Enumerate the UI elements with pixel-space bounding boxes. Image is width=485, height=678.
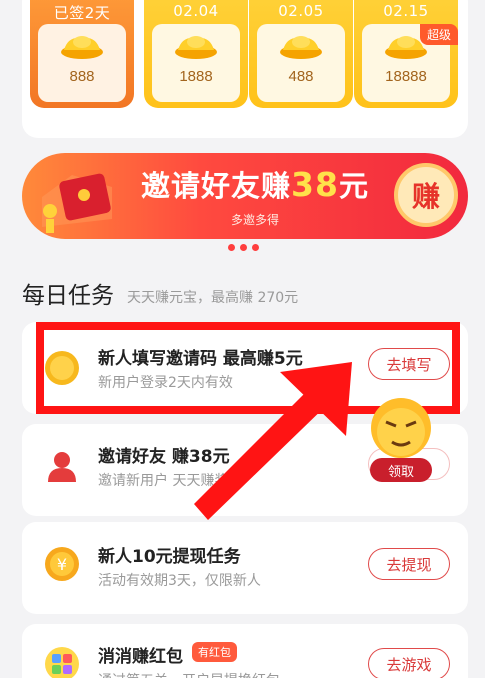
play-game-button[interactable]: 去游戏 — [368, 648, 450, 678]
svg-text:¥: ¥ — [57, 555, 67, 574]
user-icon — [48, 452, 76, 482]
task-title: 新人填写邀请码 最高赚5元 — [98, 349, 303, 369]
signin-day-value: 1888 — [179, 68, 213, 85]
banner-title-suffix: 元 — [338, 169, 369, 203]
section-subtitle: 天天赚元宝，最高赚 270元 — [127, 290, 299, 306]
red-envelope-icon — [42, 173, 112, 233]
task-desc: 邀请新用户 天天赚奖金 — [98, 473, 243, 489]
earn-badge: 赚 — [394, 163, 458, 227]
signin-day-label: 02.15 — [383, 2, 429, 20]
task-desc: 新用户登录2天内有效 — [98, 375, 233, 391]
fill-code-button[interactable]: 去填写 — [368, 348, 450, 380]
yuan-coin-icon: ¥ — [45, 547, 79, 581]
banner-amount: 38 — [291, 165, 339, 204]
signin-day-1[interactable]: 已签2天 888 — [30, 0, 134, 108]
task-card: 消消赚红包 有红包 通过第五关，开启早提换红包 去游戏 — [22, 624, 468, 678]
signin-day-value: 18888 — [385, 68, 427, 85]
game-icon — [45, 647, 79, 678]
task-card: ¥ 新人10元提现任务 活动有效期3天，仅限新人 去提现 — [22, 522, 468, 614]
gold-ingot-icon — [175, 36, 217, 59]
signin-day-label: 已签2天 — [53, 4, 111, 22]
banner-subtitle: 多邀多得 — [230, 213, 279, 227]
task-desc: 活动有效期3天，仅限新人 — [98, 573, 261, 589]
super-badge: 超级 — [419, 24, 458, 45]
task-title: 消消赚红包 — [98, 647, 183, 667]
signin-day-2[interactable]: 02.04 1888 — [144, 0, 248, 108]
signin-day-value: 888 — [69, 68, 95, 85]
pager-dot — [252, 244, 259, 251]
signin-day-3[interactable]: 02.05 488 — [249, 0, 353, 108]
signin-day-value: 488 — [288, 68, 314, 85]
signin-day-label: 02.05 — [278, 2, 324, 20]
banner-title: 邀请好友赚38元 — [130, 163, 380, 205]
section-title: 每日任务 — [22, 283, 114, 309]
signin-day-4[interactable]: 02.15 18888 超级 — [354, 0, 458, 108]
gold-ingot-icon — [280, 36, 322, 59]
red-packet-tag: 有红包 — [192, 642, 237, 662]
claim-button[interactable]: 领取 — [370, 458, 432, 482]
task-title: 邀请好友 赚38元 — [98, 447, 230, 467]
signin-day-label: 02.04 — [173, 2, 219, 20]
withdraw-button[interactable]: 去提现 — [368, 548, 450, 580]
pager-dot — [228, 244, 235, 251]
task-title: 新人10元提现任务 — [98, 547, 241, 567]
task-desc: 通过第五关，开启早提换红包 — [98, 670, 280, 678]
coin-icon — [45, 351, 79, 385]
invite-banner[interactable]: 邀请好友赚38元 多邀多得 赚 — [22, 153, 468, 239]
signin-card: 已签2天 888 02.04 1888 02.05 488 02.15 1888… — [22, 0, 468, 138]
gold-ingot-icon — [61, 36, 103, 59]
banner-title-prefix: 邀请好友赚 — [141, 169, 292, 203]
banner-pager — [228, 244, 268, 252]
pager-dot — [240, 244, 247, 251]
